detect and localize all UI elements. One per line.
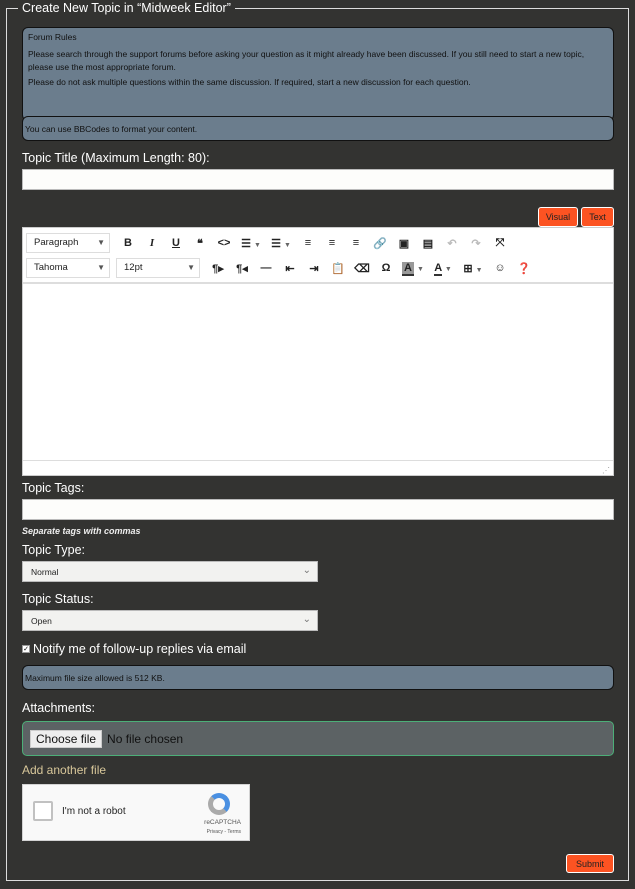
- editor-content-area[interactable]: [23, 284, 613, 460]
- link-icon[interactable]: 🔗: [368, 237, 392, 250]
- topic-status-label: Topic Status:: [22, 592, 94, 606]
- format-value: Paragraph: [34, 237, 79, 248]
- numbered-list-icon[interactable]: ☰ ▼: [266, 237, 296, 250]
- rtl-icon[interactable]: ¶◂: [230, 262, 254, 275]
- eraser-icon[interactable]: ⌫: [350, 262, 374, 275]
- recaptcha-brand: reCAPTCHA: [204, 819, 241, 826]
- format-select[interactable]: Paragraph ▼: [26, 233, 110, 253]
- underline-icon[interactable]: U: [164, 237, 188, 249]
- image-icon[interactable]: ▣: [392, 237, 416, 250]
- horizontal-rule-icon[interactable]: —: [254, 262, 278, 274]
- ltr-icon[interactable]: ¶▸: [206, 262, 230, 275]
- blockquote-icon[interactable]: ❝: [188, 237, 212, 250]
- file-input[interactable]: Choose file No file chosen: [22, 721, 614, 756]
- visual-tab[interactable]: Visual: [538, 207, 578, 227]
- tags-hint: Separate tags with commas: [22, 526, 141, 536]
- recaptcha-logo-icon: [208, 793, 230, 815]
- help-icon[interactable]: ❓: [512, 262, 536, 275]
- chevron-down-icon: ⌄: [302, 565, 311, 576]
- paste-icon[interactable]: 📋: [326, 262, 350, 275]
- recaptcha-label: I'm not a robot: [62, 806, 126, 817]
- table-icon[interactable]: ⊞ ▼: [458, 262, 488, 275]
- size-select[interactable]: 12pt ▼: [116, 258, 200, 278]
- text-color-icon[interactable]: A ▼: [428, 262, 458, 276]
- form-title: Create New Topic in “Midweek Editor”: [18, 1, 235, 15]
- topic-title-label: Topic Title (Maximum Length: 80):: [22, 151, 210, 165]
- chevron-down-icon: ⌄: [302, 614, 311, 625]
- topic-status-select[interactable]: Open ⌄: [22, 610, 318, 631]
- add-another-file-link[interactable]: Add another file: [22, 763, 106, 777]
- undo-icon[interactable]: ↶: [440, 237, 464, 250]
- topic-type-select[interactable]: Normal ⌄: [22, 561, 318, 582]
- forum-rules-heading: Forum Rules: [28, 32, 77, 42]
- attachments-label: Attachments:: [22, 701, 95, 715]
- notify-label: Notify me of follow-up replies via email: [33, 642, 247, 656]
- fullscreen-icon[interactable]: ⤧: [488, 237, 512, 250]
- forum-rules-box: Forum Rules Please search through the su…: [22, 27, 614, 121]
- topic-status-value: Open: [31, 616, 52, 626]
- topic-title-input[interactable]: [22, 169, 614, 190]
- bbcode-note: You can use BBCodes to format your conte…: [22, 116, 614, 141]
- background-color-icon[interactable]: A ▼: [398, 262, 428, 276]
- indent-icon[interactable]: ⇥: [302, 262, 326, 275]
- redo-icon[interactable]: ↷: [464, 237, 488, 250]
- font-select[interactable]: Tahoma ▼: [26, 258, 110, 278]
- recaptcha-checkbox[interactable]: [33, 801, 53, 821]
- topic-type-label: Topic Type:: [22, 543, 86, 557]
- omega-icon[interactable]: Ω: [374, 262, 398, 274]
- topic-tags-input[interactable]: [22, 499, 614, 520]
- align-right-icon[interactable]: ≡: [344, 237, 368, 249]
- forum-rules-text-1: Please search through the support forums…: [28, 49, 585, 72]
- editor: Paragraph ▼ B I U ❝ <> ☰ ▼ ☰ ▼ ≡ ≡ ≡ 🔗 ▣ …: [22, 227, 614, 476]
- code-icon[interactable]: <>: [212, 237, 236, 249]
- bold-icon[interactable]: B: [116, 237, 140, 249]
- editor-statusbar: ⋰: [23, 460, 613, 475]
- forum-rules-text-2: Please do not ask multiple questions wit…: [28, 77, 471, 87]
- align-left-icon[interactable]: ≡: [296, 237, 320, 249]
- recaptcha-links[interactable]: Privacy - Terms: [207, 829, 241, 835]
- media-icon[interactable]: ▤: [416, 237, 440, 250]
- notify-row: ✓ Notify me of follow-up replies via ema…: [22, 642, 246, 656]
- notify-checkbox[interactable]: ✓: [22, 645, 30, 653]
- emoticon-icon[interactable]: ☺: [488, 262, 512, 274]
- outdent-icon[interactable]: ⇤: [278, 262, 302, 275]
- align-center-icon[interactable]: ≡: [320, 237, 344, 249]
- size-value: 12pt: [124, 262, 143, 273]
- resize-handle-icon[interactable]: ⋰: [602, 466, 610, 475]
- submit-button[interactable]: Submit: [566, 854, 614, 873]
- text-tab[interactable]: Text: [581, 207, 614, 227]
- topic-type-value: Normal: [31, 567, 59, 577]
- max-file-note: Maximum file size allowed is 512 KB.: [22, 665, 614, 690]
- bullet-list-icon[interactable]: ☰ ▼: [236, 237, 266, 250]
- font-value: Tahoma: [34, 262, 68, 273]
- choose-file-button[interactable]: Choose file: [30, 729, 103, 748]
- file-status: No file chosen: [107, 731, 184, 746]
- italic-icon[interactable]: I: [140, 237, 164, 249]
- recaptcha-widget: I'm not a robot reCAPTCHA Privacy - Term…: [22, 784, 250, 841]
- topic-tags-label: Topic Tags:: [22, 481, 85, 495]
